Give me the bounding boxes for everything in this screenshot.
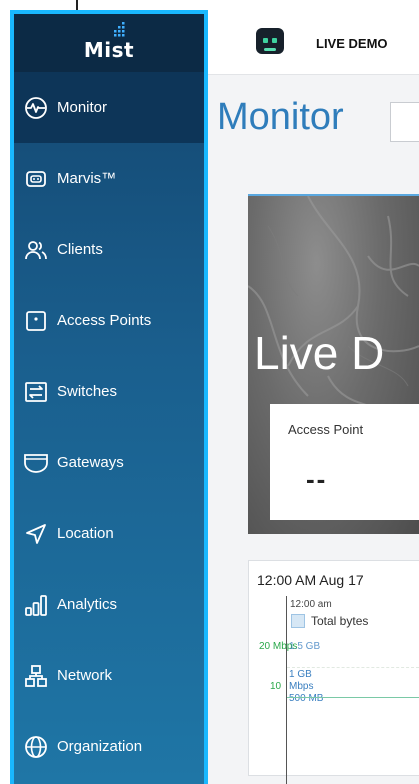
sidebar-item-label: Organization [57, 738, 143, 755]
top-strip [0, 0, 419, 10]
access-point-icon [23, 308, 49, 334]
analytics-icon [23, 592, 49, 618]
chart-gridline [287, 667, 419, 668]
sidebar-item-organization[interactable]: Organization [14, 711, 204, 782]
organization-icon [23, 734, 49, 760]
sidebar-item-label: Gateways [57, 454, 124, 471]
sidebar-item-switches[interactable]: Switches [14, 356, 204, 427]
axis-label-1-gb: 1 GB [289, 669, 312, 680]
legend-swatch [291, 614, 305, 628]
top-bar: LIVE DEMO [208, 10, 419, 75]
gateway-icon [23, 450, 49, 476]
clients-icon [23, 237, 49, 263]
sidebar-item-analytics[interactable]: Analytics [14, 569, 204, 640]
sidebar-item-clients[interactable]: Clients [14, 214, 204, 285]
sidebar: Mist Monitor Marvis™ Clients Access Poin… [10, 10, 208, 784]
axis-label-500-mb: 500 MB [289, 693, 324, 704]
stat-card-access-points[interactable]: Access Point -- [270, 404, 419, 520]
chart-date: 12:00 AM Aug 17 [257, 572, 364, 588]
sidebar-item-label: Monitor [57, 99, 108, 116]
stat-label: Access Point [288, 422, 364, 437]
logo-dots-icon [114, 22, 125, 37]
sidebar-item-location[interactable]: Location [14, 498, 204, 569]
sidebar-item-gateways[interactable]: Gateways [14, 427, 204, 498]
stat-value: -- [306, 464, 328, 494]
sidebar-item-label: Location [57, 525, 114, 542]
logo-text: Mist [83, 38, 135, 62]
chart-baseline [287, 697, 419, 698]
monitor-icon [23, 95, 49, 121]
page-title: Monitor [217, 96, 344, 138]
sidebar-item-label: Clients [57, 241, 103, 258]
cursor-marker [76, 0, 78, 10]
location-icon [23, 521, 49, 547]
network-icon [23, 663, 49, 689]
axis-label-10: 10 [270, 681, 282, 692]
sidebar-item-label: Switches [57, 383, 118, 400]
map-overlay-title: Live D [254, 327, 385, 379]
tooltip-time: 12:00 am [290, 599, 332, 610]
marvis-robot-icon[interactable] [256, 28, 284, 54]
sidebar-item-label: Marvis™ [57, 170, 117, 187]
marvis-icon [23, 166, 49, 192]
axis-label-1-5-gb: 1.5 GB [289, 641, 321, 652]
site-selector[interactable] [390, 102, 419, 142]
org-name[interactable]: LIVE DEMO [316, 36, 388, 51]
axis-label-mbps: Mbps [289, 681, 314, 692]
sidebar-item-marvis[interactable]: Marvis™ [14, 143, 204, 214]
sidebar-item-label: Network [57, 667, 113, 684]
sidebar-item-label: Access Points [57, 312, 152, 329]
sidebar-item-access-points[interactable]: Access Points [14, 285, 204, 356]
mist-logo[interactable]: Mist [14, 14, 204, 72]
sidebar-item-label: Analytics [57, 596, 118, 613]
legend-label: Total bytes [311, 614, 369, 628]
switch-icon [23, 379, 49, 405]
sidebar-item-network[interactable]: Network [14, 640, 204, 711]
sidebar-item-monitor[interactable]: Monitor [14, 72, 204, 143]
